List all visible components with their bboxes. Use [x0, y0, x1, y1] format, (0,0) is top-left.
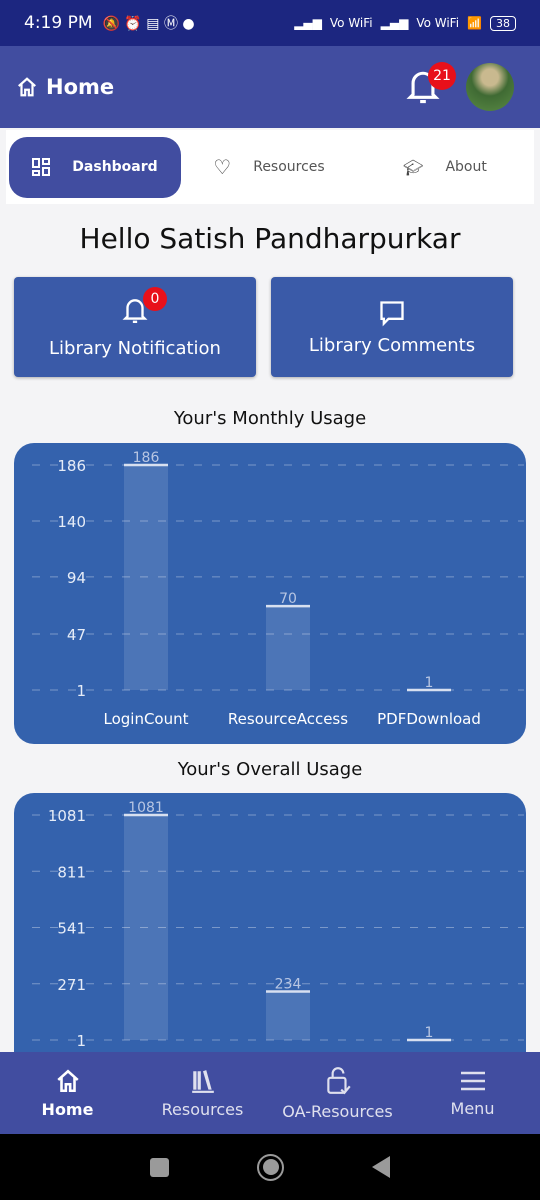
library-comments-button[interactable]: Library Comments	[271, 277, 513, 377]
y-tick-label: 94	[67, 569, 86, 587]
home-icon	[56, 1069, 79, 1092]
nav-label: Menu	[450, 1098, 495, 1118]
nav-resources[interactable]: Resources	[135, 1052, 270, 1134]
data-label: 186	[133, 450, 160, 466]
tab-about[interactable]: 🎓︎ About	[357, 137, 533, 198]
heart-icon: ♡	[213, 155, 232, 179]
dashboard-icon	[32, 158, 51, 176]
tab-label: About	[445, 159, 487, 175]
nav-label: Home	[41, 1099, 94, 1119]
y-tick-label: 140	[57, 513, 86, 531]
app-bar: Home 21	[0, 46, 540, 128]
data-label: 1	[425, 1025, 434, 1041]
x-tick-label: LoginCount	[103, 710, 188, 728]
books-icon	[191, 1069, 214, 1093]
nav-oa-resources[interactable]: OA-Resources	[270, 1052, 405, 1134]
bar	[124, 815, 168, 1040]
back-button[interactable]	[372, 1156, 390, 1178]
home-icon	[18, 77, 36, 97]
network-label: Vo WiFi	[329, 16, 373, 30]
bar	[124, 465, 168, 690]
overall-usage-title: Your's Overall Usage	[177, 759, 363, 780]
graduation-cap-icon: 🎓︎	[403, 157, 424, 177]
clock: 4:19 PM	[24, 13, 93, 33]
tab-resources[interactable]: ♡ Resources	[181, 137, 357, 198]
monthly-usage-chart: 1 47 94 140 186 186 LoginCount 70 ResourceAccess…	[14, 443, 526, 744]
y-tick-label: 271	[57, 976, 86, 994]
monthly-usage-title: Your's Monthly Usage	[173, 408, 367, 429]
data-label: 234	[275, 976, 302, 992]
tab-dashboard[interactable]: Dashboard	[9, 136, 181, 198]
tab-label: Dashboard	[72, 159, 158, 175]
page-title: Home	[46, 75, 115, 99]
y-tick-label: 186	[57, 457, 86, 475]
home-system-button[interactable]	[257, 1153, 284, 1181]
x-tick-label: ResourceAccess	[228, 710, 348, 728]
tab-label: Resources	[253, 159, 325, 175]
notifications-button[interactable]: 21	[406, 62, 456, 110]
bar	[266, 991, 310, 1040]
notification-badge: 0	[143, 287, 167, 311]
recents-button[interactable]	[150, 1157, 169, 1177]
battery-icon: 38	[490, 15, 516, 31]
nav-home[interactable]: Home	[0, 1052, 135, 1134]
open-lock-icon	[326, 1066, 351, 1094]
notification-icons: 🔕 ⏰ ▤ Ⓜ ●	[102, 16, 195, 32]
network-label: Vo WiFi	[416, 16, 460, 30]
data-label: 70	[279, 591, 297, 607]
overall-usage-chart: 127154181110811081LoginCount234ResourceA…	[14, 793, 526, 1094]
y-tick-label: 541	[57, 920, 86, 938]
nav-label: Resources	[161, 1099, 244, 1119]
data-label: 1	[425, 675, 434, 691]
y-tick-label: 811	[57, 863, 86, 881]
y-tick-label: 1	[76, 1032, 86, 1050]
x-tick-label: PDFDownload	[377, 710, 481, 728]
signal-icon: ▂▄▆	[294, 16, 322, 30]
avatar[interactable]	[466, 63, 514, 111]
y-tick-label: 1081	[48, 807, 86, 825]
bar	[266, 606, 310, 690]
system-nav-bar	[0, 1134, 540, 1200]
signal-icon: ▂▄▆	[380, 16, 409, 30]
nav-label: OA-Resources	[282, 1101, 393, 1121]
y-tick-label: 1	[76, 682, 86, 700]
bottom-nav: Home Resources OA-Resources Menu	[0, 1052, 540, 1134]
y-tick-label: 47	[67, 626, 86, 644]
greeting: Hello Satish Pandharpurkar	[79, 222, 461, 255]
data-label: 1081	[128, 800, 164, 816]
nav-menu[interactable]: Menu	[405, 1052, 540, 1134]
library-notification-button[interactable]: 0 Library Notification	[14, 277, 256, 377]
button-label: Library Notification	[49, 338, 221, 359]
menu-icon	[460, 1071, 485, 1090]
button-label: Library Comments	[308, 334, 476, 356]
notification-badge: 21	[428, 62, 456, 90]
status-bar: 4:19 PM 🔕 ⏰ ▤ Ⓜ ● ▂▄▆ Vo WiFi ▂▄▆ Vo WiF…	[0, 0, 540, 46]
tab-bar: Dashboard ♡ Resources 🎓︎ About	[6, 130, 534, 204]
comment-icon	[380, 300, 404, 326]
wifi-icon: 📶	[467, 16, 482, 30]
